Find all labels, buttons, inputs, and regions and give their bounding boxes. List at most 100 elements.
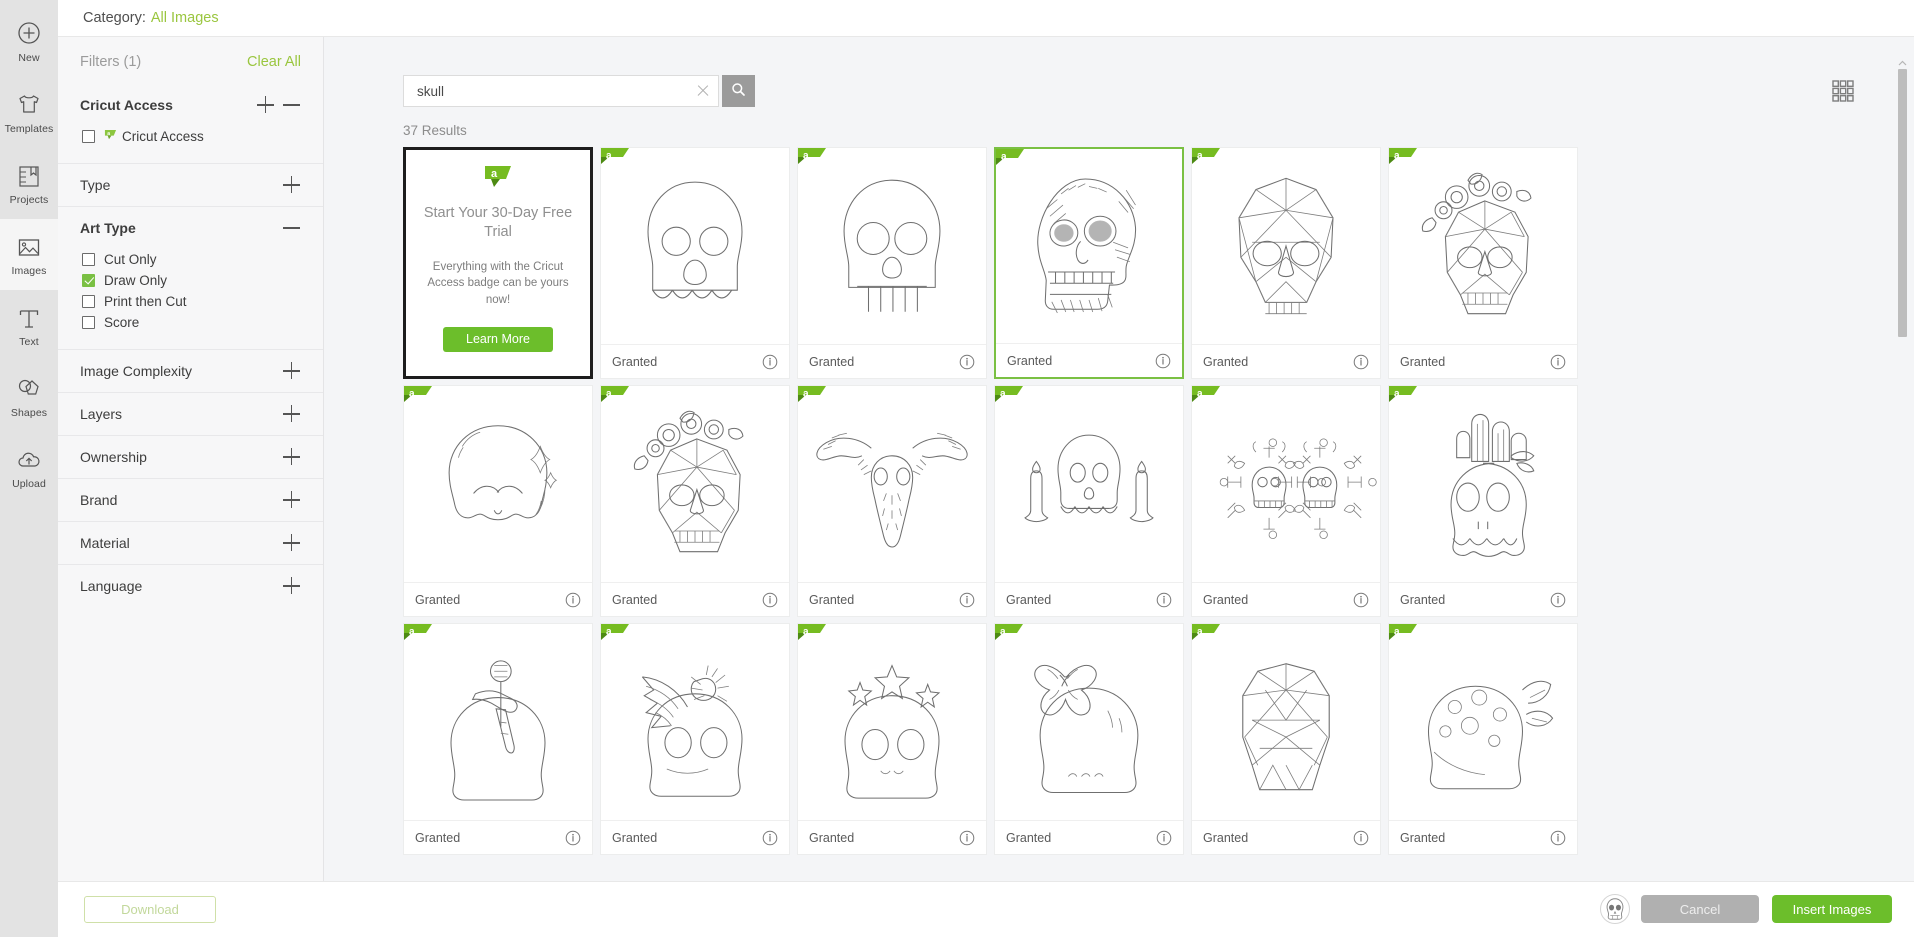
filter-group-header[interactable]: Language bbox=[80, 565, 301, 607]
filter-option-cut-only[interactable]: Cut Only bbox=[82, 249, 301, 269]
filter-group-header[interactable]: Layers bbox=[80, 393, 301, 435]
image-card[interactable]: a Granted bbox=[1388, 623, 1578, 855]
sidebar-item-upload[interactable]: Upload bbox=[0, 432, 58, 503]
image-artwork[interactable] bbox=[798, 624, 986, 820]
collapse-minus-icon[interactable] bbox=[283, 96, 301, 114]
image-card[interactable]: a Granted bbox=[994, 147, 1184, 379]
cancel-button[interactable]: Cancel bbox=[1641, 895, 1759, 923]
filter-option-print-then-cut[interactable]: Print then Cut bbox=[82, 291, 301, 311]
info-icon[interactable] bbox=[762, 830, 778, 846]
expand-plus-icon[interactable] bbox=[283, 491, 301, 509]
sidebar-item-templates[interactable]: Templates bbox=[0, 77, 58, 148]
filter-group-header[interactable]: Image Complexity bbox=[80, 350, 301, 392]
sidebar-item-shapes[interactable]: Shapes bbox=[0, 361, 58, 432]
info-icon[interactable] bbox=[762, 354, 778, 370]
image-artwork[interactable] bbox=[404, 386, 592, 582]
image-card[interactable]: a Granted bbox=[1388, 147, 1578, 379]
image-card[interactable]: a Granted bbox=[797, 623, 987, 855]
image-artwork[interactable] bbox=[1192, 386, 1380, 582]
sidebar-item-text[interactable]: Text bbox=[0, 290, 58, 361]
filter-group-header[interactable]: Art Type bbox=[80, 207, 301, 249]
insert-images-button[interactable]: Insert Images bbox=[1772, 895, 1892, 923]
image-card[interactable]: a Granted bbox=[403, 623, 593, 855]
sidebar-item-images[interactable]: Images bbox=[0, 219, 58, 290]
image-artwork[interactable] bbox=[1389, 148, 1577, 344]
image-artwork[interactable] bbox=[404, 624, 592, 820]
filter-group-header[interactable]: Brand bbox=[80, 479, 301, 521]
grid-view-icon[interactable] bbox=[1830, 78, 1856, 104]
info-icon[interactable] bbox=[565, 830, 581, 846]
filter-option-score[interactable]: Score bbox=[82, 312, 301, 332]
info-icon[interactable] bbox=[565, 592, 581, 608]
filter-option-draw-only[interactable]: Draw Only bbox=[82, 270, 301, 290]
image-card[interactable]: a Granted bbox=[994, 623, 1184, 855]
checkbox[interactable] bbox=[82, 129, 95, 143]
info-icon[interactable] bbox=[1156, 592, 1172, 608]
image-artwork[interactable] bbox=[601, 148, 789, 344]
image-card[interactable]: a Granted bbox=[403, 385, 593, 617]
expand-plus-icon[interactable] bbox=[283, 362, 301, 380]
image-card[interactable]: a Granted bbox=[1191, 385, 1381, 617]
checkbox[interactable] bbox=[82, 273, 95, 287]
image-card[interactable]: a Granted bbox=[1191, 147, 1381, 379]
expand-plus-icon[interactable] bbox=[283, 405, 301, 423]
checkbox[interactable] bbox=[82, 252, 95, 266]
info-icon[interactable] bbox=[959, 830, 975, 846]
info-icon[interactable] bbox=[1550, 354, 1566, 370]
image-artwork[interactable] bbox=[1192, 624, 1380, 820]
expand-plus-icon[interactable] bbox=[283, 534, 301, 552]
image-artwork[interactable] bbox=[996, 149, 1182, 343]
image-artwork[interactable] bbox=[601, 624, 789, 820]
image-card[interactable]: a Granted bbox=[797, 385, 987, 617]
filter-group-header[interactable]: Type bbox=[80, 164, 301, 206]
sidebar-item-projects[interactable]: Projects bbox=[0, 148, 58, 219]
category-value[interactable]: All Images bbox=[151, 10, 219, 26]
image-artwork[interactable] bbox=[1389, 386, 1577, 582]
filter-group-header[interactable]: Material bbox=[80, 522, 301, 564]
checkbox[interactable] bbox=[82, 315, 95, 329]
info-icon[interactable] bbox=[959, 592, 975, 608]
info-icon[interactable] bbox=[762, 592, 778, 608]
expand-plus-icon[interactable] bbox=[257, 96, 275, 114]
image-card[interactable]: a Granted bbox=[994, 385, 1184, 617]
scroll-up-icon[interactable] bbox=[1898, 55, 1907, 66]
filter-option-cricut-access[interactable]: a Cricut Access bbox=[82, 126, 301, 146]
collapse-minus-icon[interactable] bbox=[283, 219, 301, 237]
checkbox[interactable] bbox=[82, 294, 95, 308]
filter-group-header[interactable]: Cricut Access bbox=[80, 84, 301, 126]
info-icon[interactable] bbox=[959, 354, 975, 370]
image-card[interactable]: a Granted bbox=[1388, 385, 1578, 617]
info-icon[interactable] bbox=[1550, 830, 1566, 846]
learn-more-button[interactable]: Learn More bbox=[443, 326, 553, 352]
image-artwork[interactable] bbox=[798, 386, 986, 582]
info-icon[interactable] bbox=[1353, 354, 1369, 370]
image-card[interactable]: a Granted bbox=[600, 623, 790, 855]
filter-group-header[interactable]: Ownership bbox=[80, 436, 301, 478]
info-icon[interactable] bbox=[1156, 830, 1172, 846]
image-artwork[interactable] bbox=[601, 386, 789, 582]
scrollbar-thumb[interactable] bbox=[1898, 69, 1907, 337]
image-artwork[interactable] bbox=[995, 624, 1183, 820]
expand-plus-icon[interactable] bbox=[283, 448, 301, 466]
results-scrollbar[interactable] bbox=[1895, 37, 1908, 881]
expand-plus-icon[interactable] bbox=[283, 176, 301, 194]
image-artwork[interactable] bbox=[1389, 624, 1577, 820]
search-button[interactable] bbox=[722, 75, 755, 107]
image-artwork[interactable] bbox=[995, 386, 1183, 582]
close-icon[interactable] bbox=[694, 82, 712, 100]
image-card[interactable]: a Granted bbox=[600, 147, 790, 379]
download-button[interactable]: Download bbox=[84, 896, 216, 923]
image-card[interactable]: a Granted bbox=[1191, 623, 1381, 855]
search-input[interactable] bbox=[417, 83, 694, 99]
sidebar-item-new[interactable]: New bbox=[0, 6, 58, 77]
image-card[interactable]: a Granted bbox=[797, 147, 987, 379]
info-icon[interactable] bbox=[1353, 830, 1369, 846]
image-artwork[interactable] bbox=[798, 148, 986, 344]
image-artwork[interactable] bbox=[1192, 148, 1380, 344]
info-icon[interactable] bbox=[1550, 592, 1566, 608]
expand-plus-icon[interactable] bbox=[283, 577, 301, 595]
info-icon[interactable] bbox=[1353, 592, 1369, 608]
clear-all-button[interactable]: Clear All bbox=[247, 54, 301, 70]
info-icon[interactable] bbox=[1155, 353, 1171, 369]
image-card[interactable]: a Granted bbox=[600, 385, 790, 617]
